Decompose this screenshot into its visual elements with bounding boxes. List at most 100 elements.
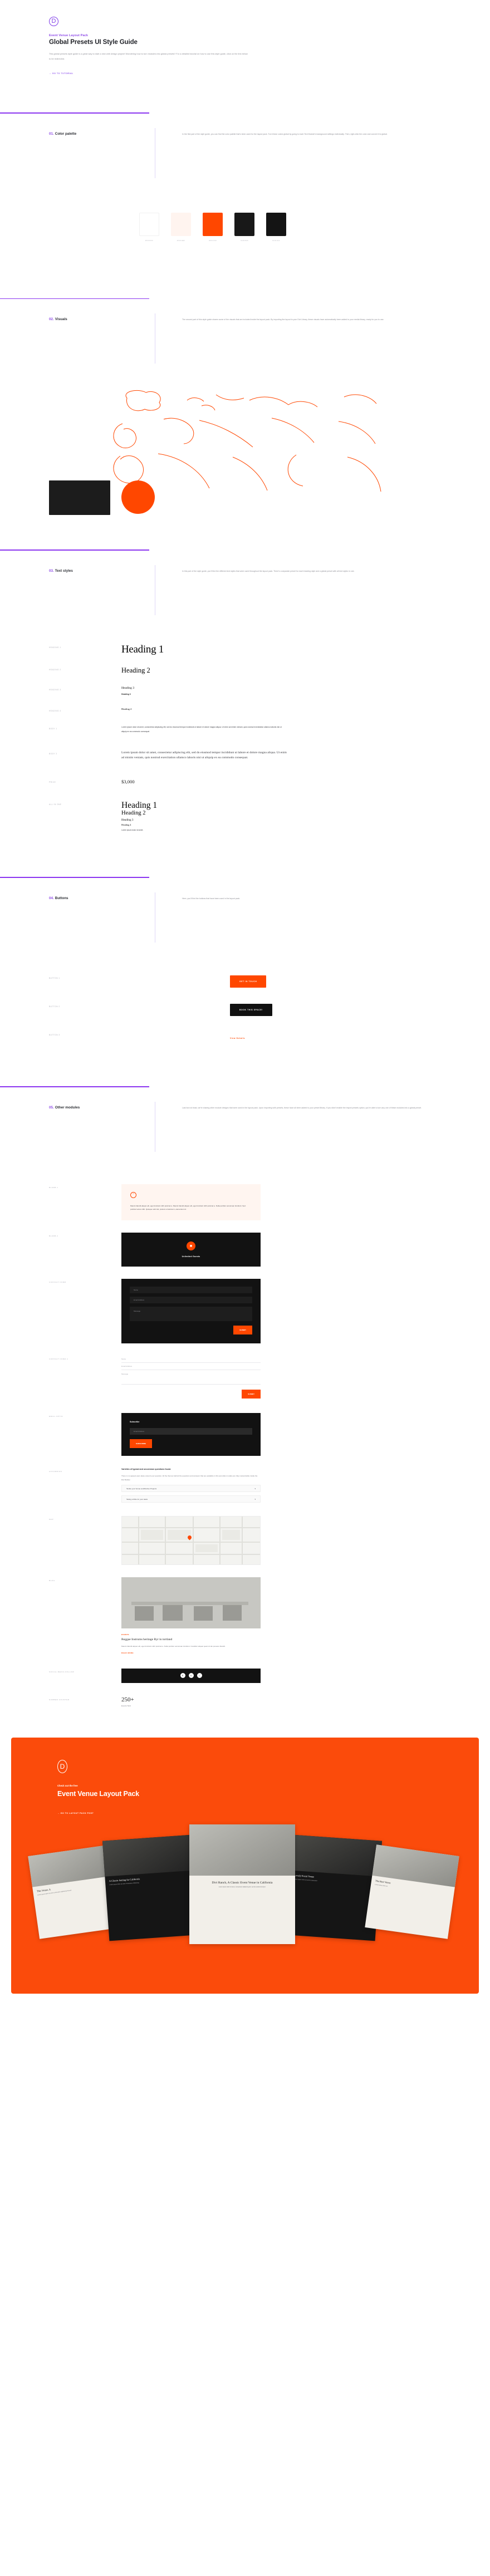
- twitter-icon[interactable]: t: [188, 1673, 194, 1679]
- all-in-one-paragraph: Lorem ipsum dolor sit amet.: [121, 829, 144, 832]
- section-number: 05.: [49, 1105, 54, 1110]
- section-description: Last but not least, we're sharing other …: [182, 1106, 422, 1109]
- go-to-tutorial-link[interactable]: → GO TO TUTORIAL: [49, 72, 441, 75]
- text-style-label: BODY 2: [49, 752, 57, 755]
- chevron-down-icon: ▾: [254, 1487, 256, 1490]
- section-name: Other modules: [55, 1105, 80, 1110]
- swatch-color-box: [171, 212, 191, 236]
- blog-featured-image: [121, 1577, 261, 1629]
- cta-eyebrow: Check out the free: [57, 1784, 78, 1787]
- go-to-layout-pack-post-link[interactable]: → GO TO LAYOUT PACK POST: [57, 1812, 433, 1814]
- accordion-item[interactable]: Taking a Ride for your tasks ▾: [121, 1495, 261, 1503]
- button-label-tag: BUTTON 3: [49, 1033, 60, 1036]
- hero-eyebrow: Event Venue Layout Pack: [49, 34, 89, 37]
- color-swatch: #FFFFFF: [139, 212, 159, 242]
- heading-1-sample: Heading 1: [121, 643, 164, 655]
- email-field[interactable]: Email Address: [130, 1297, 252, 1304]
- section-name: Color palette: [55, 131, 77, 136]
- view-details-button[interactable]: View Details: [230, 1037, 245, 1039]
- facebook-icon[interactable]: f: [180, 1673, 185, 1679]
- text-style-row-body1: BODY 1 Lorem ipsum dolor sit amet, conse…: [0, 725, 490, 734]
- swatch-color-box: [266, 212, 286, 236]
- heading-3-sample: Heading 3: [121, 686, 135, 690]
- module-row-social: SOCIAL MEDIA FOLLOW f t ○: [0, 1668, 490, 1683]
- section-divider: [0, 298, 149, 300]
- section-buttons: 04. Buttons Here, you'll find the button…: [0, 865, 490, 1042]
- section-number: 04.: [49, 896, 54, 900]
- swatch-hex-label: #FFF4EF: [177, 239, 185, 242]
- swatch-hex-label: #FFFFFF: [145, 239, 154, 242]
- section-description: The second part of this style guide shar…: [182, 318, 384, 321]
- section-divider: [0, 549, 149, 551]
- blog-module: EVENTS Reggae Instrums heritage Ryr in t…: [121, 1577, 261, 1654]
- optin-email-input[interactable]: Email Address: [130, 1428, 252, 1435]
- page-title: Global Presets UI Style Guide: [49, 39, 138, 46]
- section-divider: [0, 112, 149, 114]
- blog-title[interactable]: Reggae Instrums heritage Ryr in tortland: [121, 1638, 261, 1641]
- visual-dark-block: [49, 480, 110, 516]
- module-label: EMAIL OPTIN: [49, 1415, 63, 1418]
- contact-form-dark: Name Email Address Message SUBMIT: [121, 1279, 261, 1344]
- book-this-space-button[interactable]: BOOK THIS SPACE!: [230, 1003, 272, 1016]
- button-label-tag: BUTTON 1: [49, 977, 60, 979]
- quote-icon: ”: [130, 1191, 136, 1198]
- instagram-icon[interactable]: ○: [197, 1673, 202, 1679]
- section-other-modules: 05. Other modules Last but not least, we…: [0, 1074, 490, 1707]
- message-field[interactable]: Message: [130, 1307, 252, 1322]
- name-field[interactable]: Name: [130, 1287, 252, 1294]
- module-label: BLOG: [49, 1579, 55, 1582]
- section-color-palette: 01. Color palette In the first part of t…: [0, 100, 490, 242]
- module-row-contact-form-2: CONTACT FORM 2 Name Email Address Messag…: [0, 1356, 490, 1399]
- preview-card[interactable]: The Best Venue Lorem ipsum dolor sit.: [365, 1844, 459, 1939]
- accordion-item-label: Tackle your Venue as Effective Projects: [126, 1487, 157, 1490]
- section-name: Visuals: [55, 317, 67, 322]
- text-style-label: PRICE: [49, 781, 56, 783]
- visuals-gallery: [0, 380, 490, 526]
- section-description: In this part of the style guide, you'll …: [182, 570, 355, 572]
- section-name: Text styles: [55, 568, 73, 573]
- button-row-2: BUTTON 2 BOOK THIS SPACE!: [0, 1003, 490, 1016]
- accordion-item[interactable]: Tackle your Venue as Effective Projects …: [121, 1485, 261, 1493]
- hero-section: D Event Venue Layout Pack Global Presets…: [0, 0, 490, 75]
- blog-excerpt: Mauris blandit aliquet elit, eget tincid…: [121, 1645, 226, 1648]
- section-number: 03.: [49, 568, 54, 573]
- get-in-touch-button[interactable]: GET IN TOUCH: [230, 975, 267, 988]
- section-text-styles: 03. Text styles In this part of the styl…: [0, 537, 490, 831]
- blog-image-graphic: [121, 1577, 261, 1629]
- module-label: BLURB 2: [49, 1235, 58, 1238]
- accordion-item-label: Taking a Ride for your tasks: [126, 1498, 148, 1500]
- map-module[interactable]: [121, 1516, 261, 1566]
- section-name: Buttons: [55, 896, 68, 900]
- heading-4-sample: Heading 4: [121, 708, 132, 711]
- heading-3-bold-sample: Heading 3: [121, 693, 131, 696]
- heading-2-sample: Heading 2: [121, 666, 150, 674]
- module-label: MAP: [49, 1518, 54, 1521]
- module-row-blurb-2: BLURB 2 ■ Unlimited Guests: [0, 1233, 490, 1267]
- swatch-hex-label: #FF4700: [209, 239, 217, 242]
- swatch-hex-label: #141414: [272, 239, 280, 242]
- subscribe-button[interactable]: SUBSCRIBE: [130, 1439, 153, 1449]
- module-label: CONTACT FORM: [49, 1281, 66, 1284]
- cta-title: Event Venue Layout Pack: [57, 1789, 139, 1798]
- email-field[interactable]: Email Address: [121, 1363, 261, 1371]
- name-field[interactable]: Name: [121, 1356, 261, 1363]
- message-field[interactable]: Message: [121, 1370, 261, 1385]
- accordion-module: Varieties of typical and uncommon questi…: [121, 1468, 261, 1503]
- color-swatch: #FF4700: [203, 212, 223, 242]
- swatch-color-box: [203, 212, 223, 236]
- color-swatch: #FFF4EF: [171, 212, 191, 242]
- preview-card[interactable]: A Classic Setting for California Lorem i…: [102, 1834, 199, 1941]
- submit-button[interactable]: SUBMIT: [233, 1326, 252, 1335]
- accordion-text: There is no agreed-upon place around you…: [121, 1475, 258, 1481]
- submit-button[interactable]: SUBMIT: [242, 1390, 261, 1399]
- preview-card-featured[interactable]: Divi Ranch, A Classic Event Venue in Cal…: [189, 1824, 295, 1944]
- text-style-label: HEADING 1: [49, 646, 61, 649]
- email-optin-card: Subscribe Email Address SUBSCRIBE: [121, 1413, 261, 1456]
- text-style-label: BODY 1: [49, 728, 57, 730]
- section-description: In the first part of the style guide, yo…: [182, 133, 388, 135]
- module-row-blog: BLOG EVENTS Reggae Instrums heritage Ryr…: [0, 1577, 490, 1654]
- style-guide-page: D Event Venue Layout Pack Global Presets…: [0, 0, 490, 1994]
- blurb-dark-card: ■ Unlimited Guests: [121, 1233, 261, 1267]
- read-more-link[interactable]: READ MORE: [121, 1652, 261, 1654]
- blurb-text: Mauris blandit aliquet elit, eget tincid…: [130, 1204, 246, 1210]
